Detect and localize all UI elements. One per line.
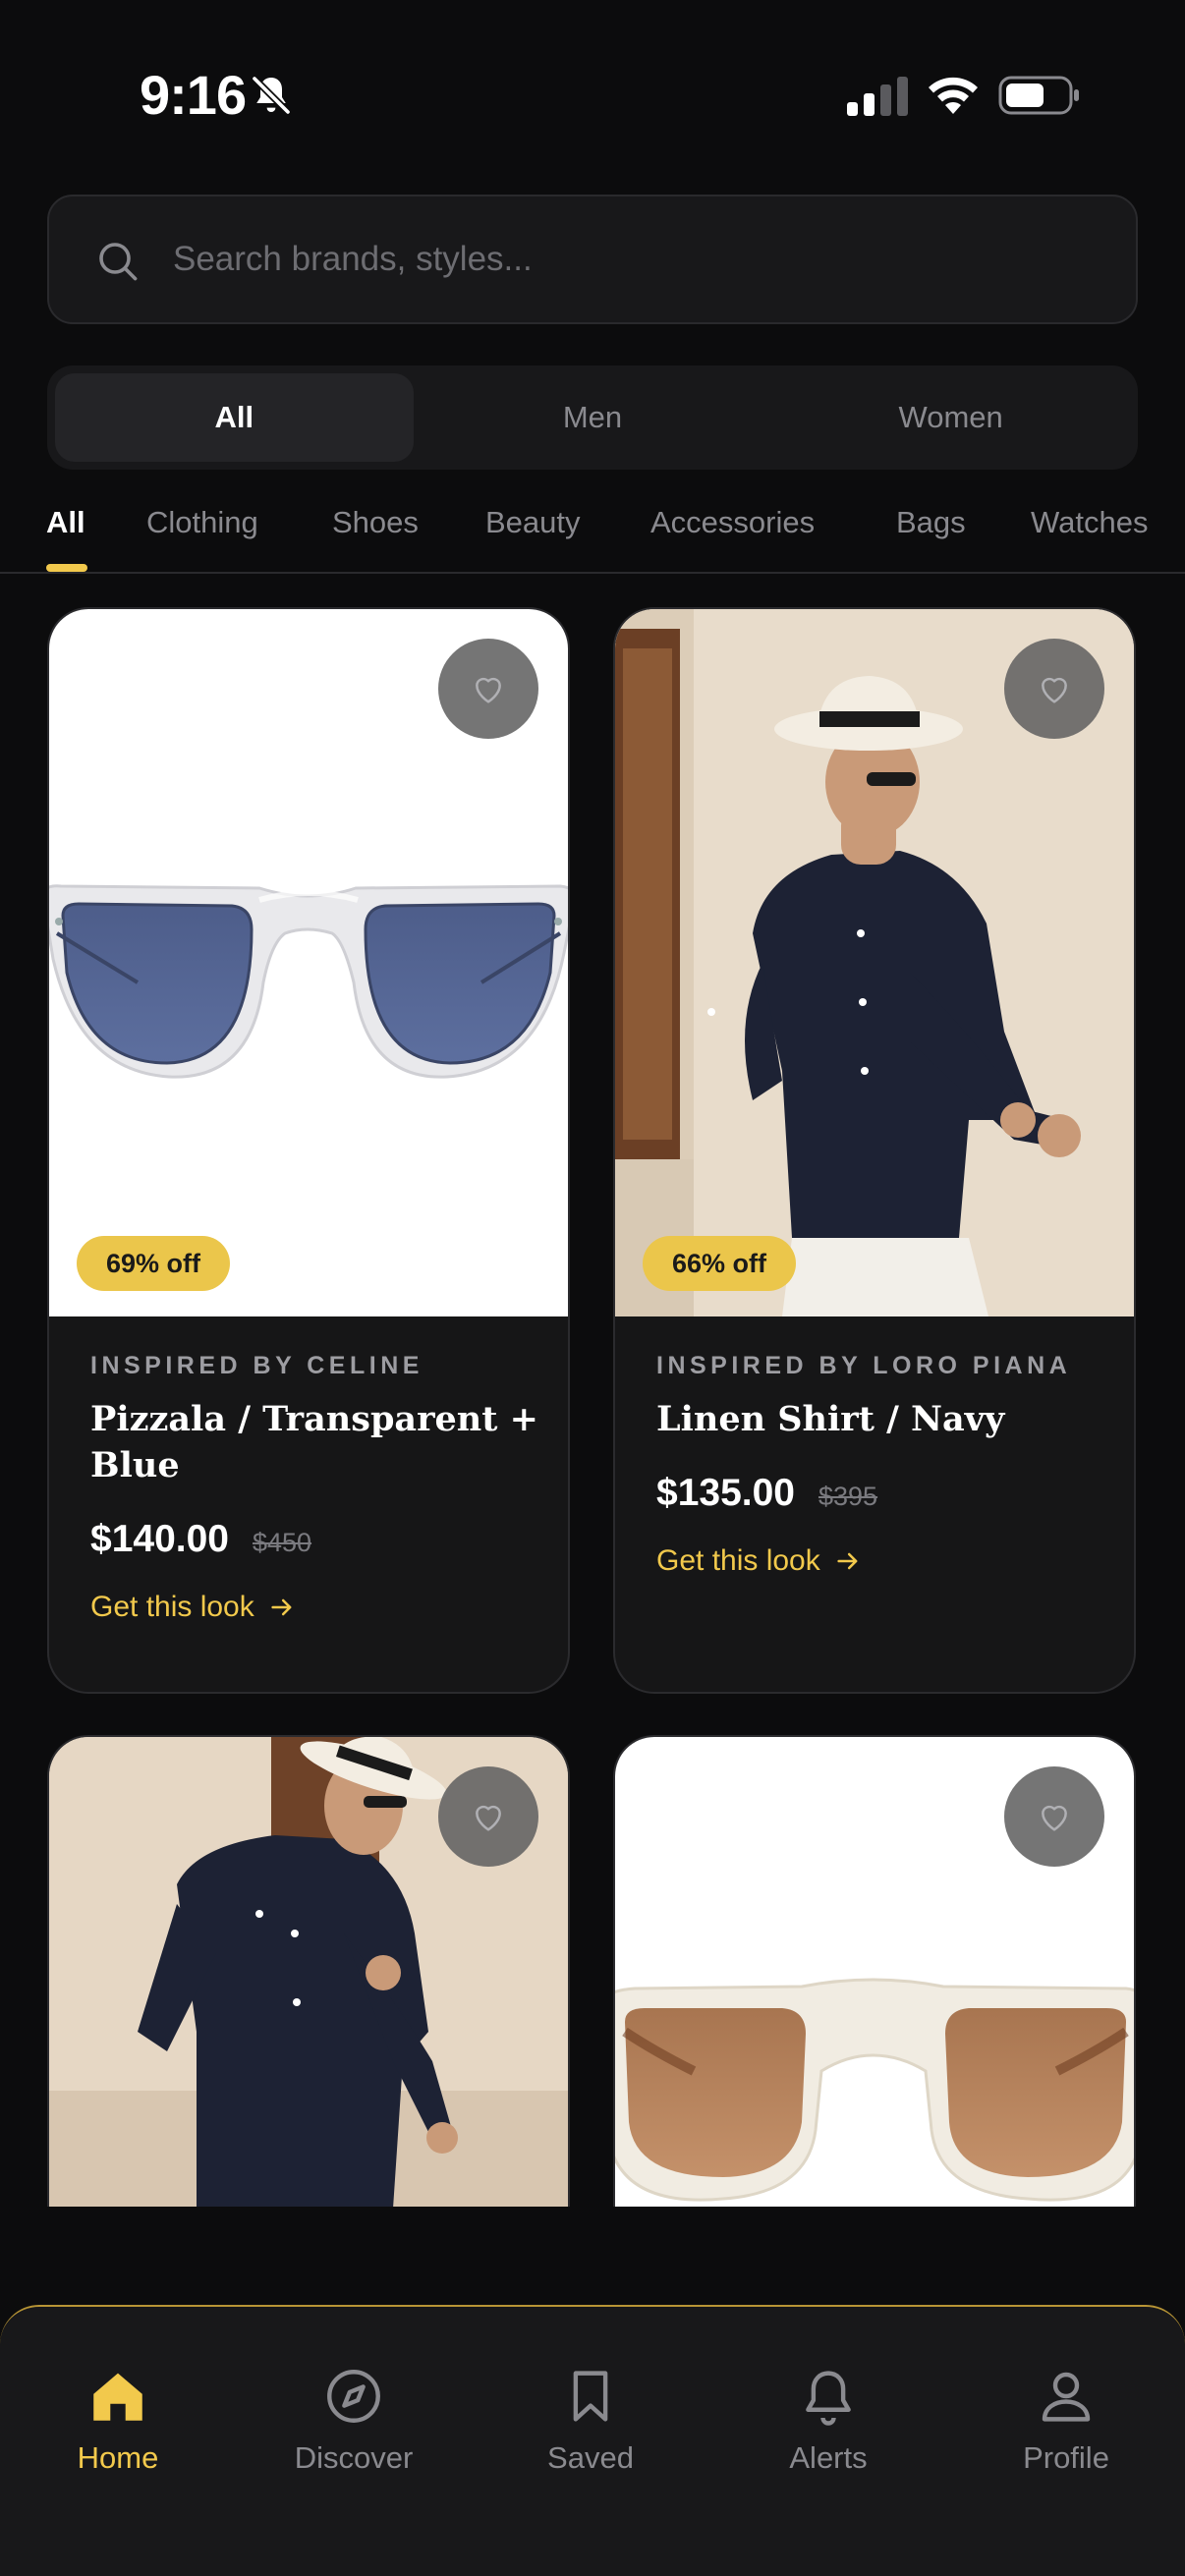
heart-icon bbox=[1042, 677, 1067, 703]
nav-label: Profile bbox=[1023, 2440, 1109, 2475]
nav-profile[interactable]: Profile bbox=[978, 2364, 1155, 2476]
cta-label: Get this look bbox=[90, 1591, 254, 1623]
product-info: INSPIRED BY LORO PIANA Linen Shirt / Nav… bbox=[656, 1352, 1104, 1578]
product-card[interactable] bbox=[47, 1735, 570, 2207]
heart-icon bbox=[476, 677, 501, 703]
discount-badge: 69% off bbox=[77, 1236, 231, 1291]
compass-icon bbox=[327, 2370, 380, 2423]
price-row: $135.00 $395 bbox=[656, 1472, 1104, 1515]
heart-icon bbox=[1042, 1805, 1067, 1831]
product-title: Linen Shirt / Navy bbox=[656, 1399, 1005, 1439]
price-row: $140.00 $450 bbox=[90, 1518, 538, 1561]
tab-bags[interactable]: Bags bbox=[896, 505, 966, 540]
original-price: $395 bbox=[818, 1482, 878, 1511]
bookmark-icon bbox=[573, 2371, 608, 2422]
favorite-button[interactable] bbox=[438, 1766, 538, 1867]
tab-watches[interactable]: Watches bbox=[1031, 505, 1148, 540]
profile-icon bbox=[1042, 2372, 1091, 2422]
product-price: $135.00 bbox=[656, 1472, 795, 1514]
bottom-navigation: Home Discover Saved Alerts Profile bbox=[0, 2305, 1185, 2576]
segment-women[interactable]: Women bbox=[771, 373, 1130, 462]
product-info: INSPIRED BY CELINE Pizzala / Transparent… bbox=[90, 1352, 538, 1624]
product-price: $140.00 bbox=[90, 1518, 229, 1560]
product-brand: INSPIRED BY CELINE bbox=[90, 1352, 423, 1379]
nav-label: Home bbox=[77, 2440, 159, 2475]
tab-accessories[interactable]: Accessories bbox=[650, 505, 815, 540]
heart-icon bbox=[476, 1805, 501, 1831]
tab-clothing[interactable]: Clothing bbox=[146, 505, 258, 540]
favorite-button[interactable] bbox=[1004, 639, 1104, 739]
product-card[interactable]: 66% off INSPIRED BY LORO PIANA Linen Shi… bbox=[613, 607, 1136, 1694]
arrow-right-icon bbox=[271, 1598, 292, 1616]
get-this-look-link[interactable]: Get this look bbox=[656, 1544, 1104, 1578]
nav-label: Discover bbox=[294, 2440, 414, 2475]
cellular-signal-icon bbox=[847, 77, 908, 116]
segment-all[interactable]: All bbox=[55, 373, 414, 462]
nav-home[interactable]: Home bbox=[29, 2364, 206, 2476]
nav-alerts[interactable]: Alerts bbox=[740, 2364, 917, 2476]
nav-saved[interactable]: Saved bbox=[502, 2364, 679, 2476]
get-this-look-link[interactable]: Get this look bbox=[90, 1591, 538, 1624]
nav-label: Alerts bbox=[789, 2440, 868, 2475]
favorite-button[interactable] bbox=[1004, 1766, 1104, 1867]
search-icon bbox=[99, 243, 138, 281]
tab-all[interactable]: All bbox=[46, 505, 85, 540]
status-time: 9:16 bbox=[140, 64, 247, 126]
active-tab-indicator bbox=[46, 564, 87, 572]
status-bar: 9:16 bbox=[0, 0, 1185, 187]
original-price: $450 bbox=[252, 1528, 312, 1557]
arrow-right-icon bbox=[837, 1552, 858, 1570]
cta-label: Get this look bbox=[656, 1544, 820, 1577]
tab-shoes[interactable]: Shoes bbox=[332, 505, 419, 540]
search-bar[interactable] bbox=[47, 195, 1138, 324]
home-icon bbox=[93, 2373, 142, 2421]
product-card[interactable] bbox=[613, 1735, 1136, 2207]
tab-beauty[interactable]: Beauty bbox=[485, 505, 581, 540]
product-brand: INSPIRED BY LORO PIANA bbox=[656, 1352, 1072, 1379]
favorite-button[interactable] bbox=[438, 639, 538, 739]
wifi-icon bbox=[929, 77, 978, 114]
battery-icon bbox=[998, 76, 1079, 115]
search-input[interactable] bbox=[173, 198, 1097, 320]
discount-badge: 66% off bbox=[643, 1236, 797, 1291]
nav-label: Saved bbox=[547, 2440, 634, 2475]
gender-segmented-control: All Men Women bbox=[47, 365, 1138, 470]
product-card[interactable]: 69% off INSPIRED BY CELINE Pizzala / Tra… bbox=[47, 607, 570, 1694]
bell-off-icon bbox=[251, 75, 292, 116]
nav-discover[interactable]: Discover bbox=[265, 2364, 442, 2476]
product-title: Pizzala / Transparent + Blue bbox=[90, 1399, 538, 1485]
segment-men[interactable]: Men bbox=[414, 373, 772, 462]
bell-icon bbox=[806, 2371, 851, 2426]
category-tabs: All Clothing Shoes Beauty Accessories Ba… bbox=[0, 491, 1185, 574]
